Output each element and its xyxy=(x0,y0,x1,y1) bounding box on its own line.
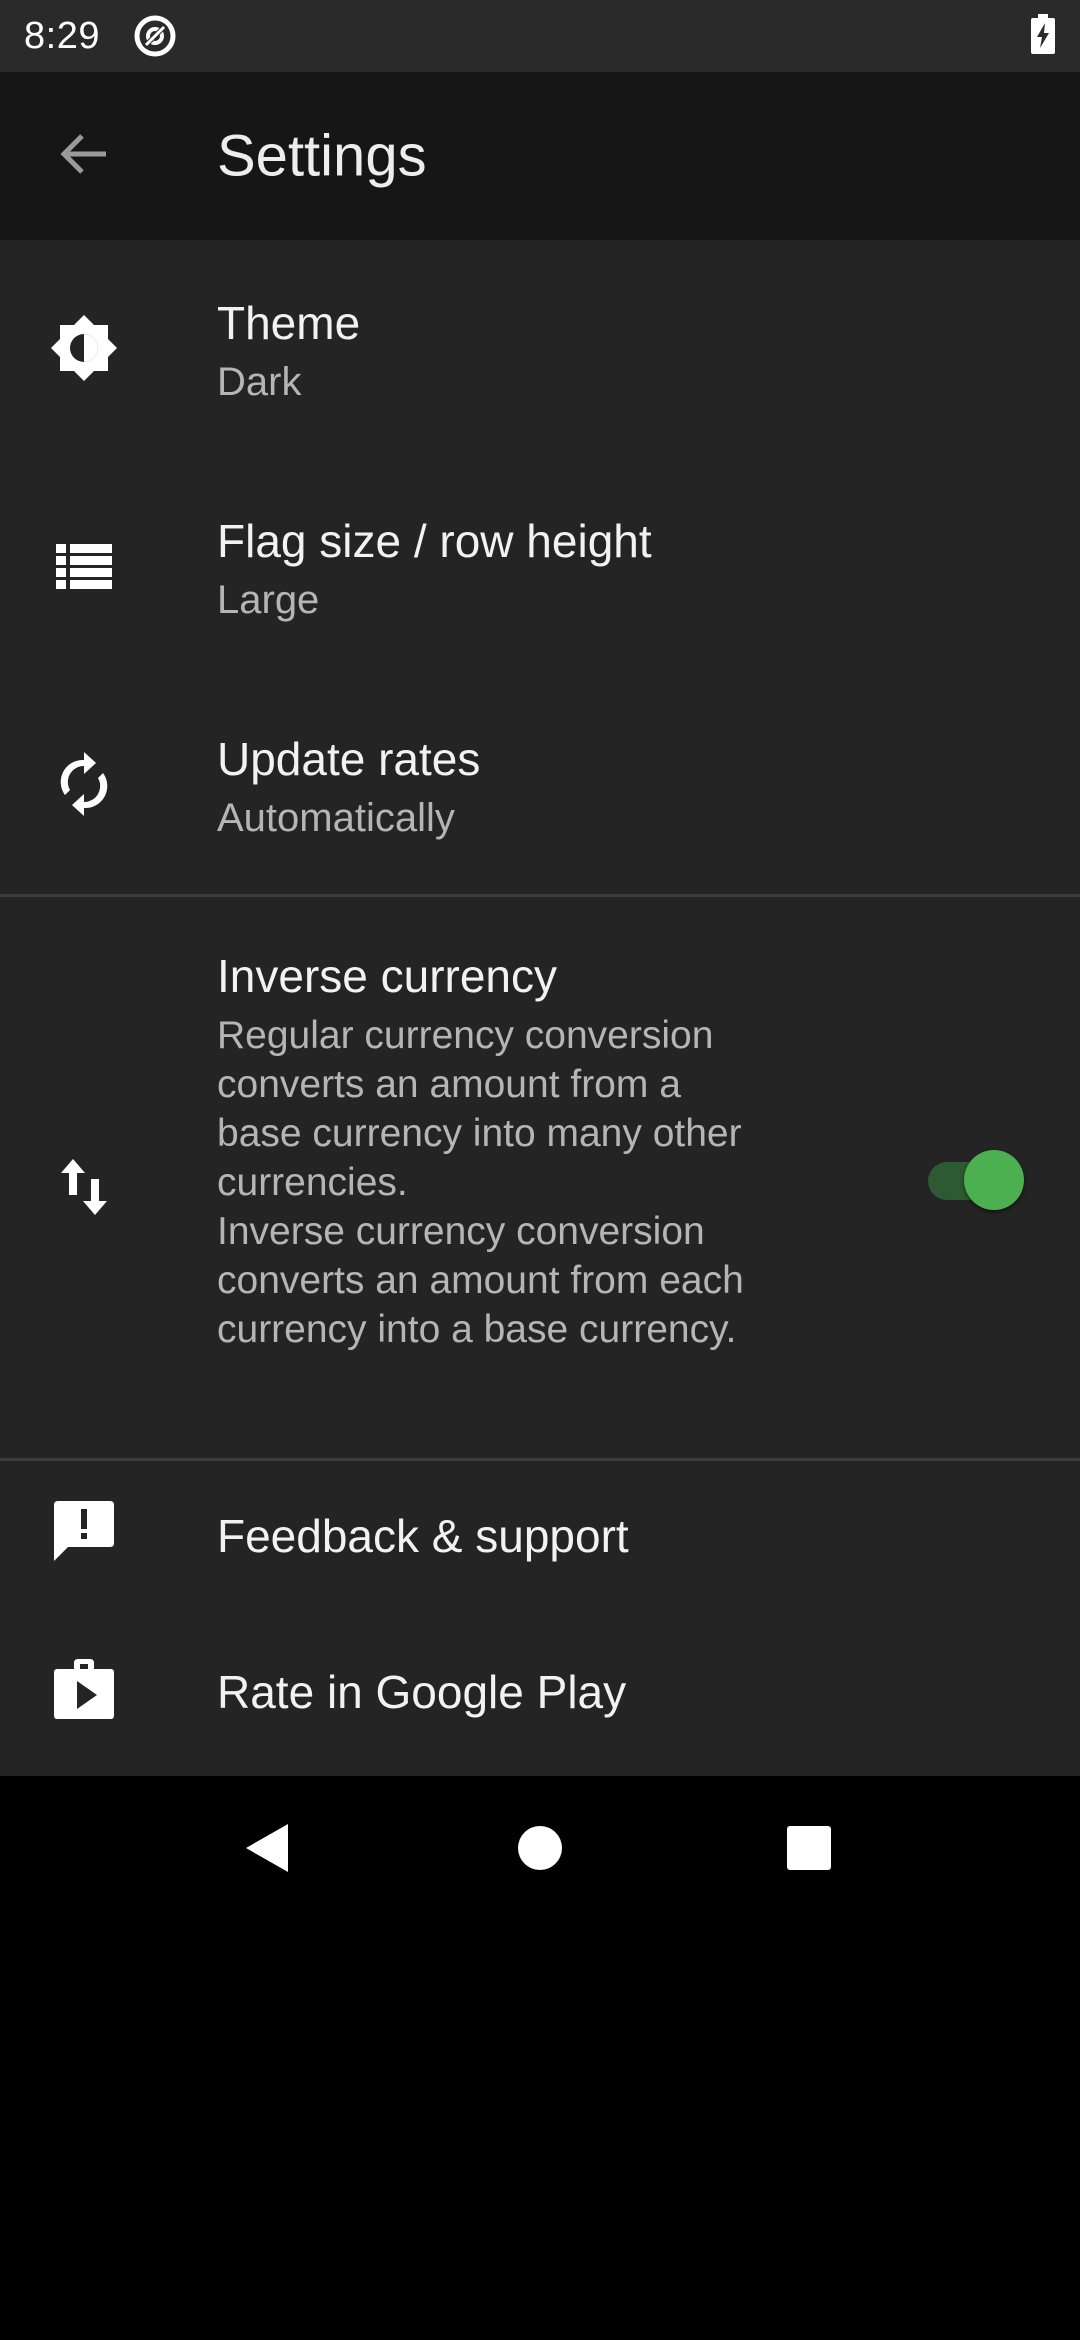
setting-feedback[interactable]: Feedback & support xyxy=(0,1461,1080,1621)
screen: 8:29 Settings Theme Dark Flag size / row… xyxy=(0,0,1080,2340)
setting-title: Update rates xyxy=(217,733,481,785)
desc-line: base currency into many other xyxy=(217,1112,742,1155)
setting-flag-size[interactable]: Flag size / row height Large xyxy=(0,458,1080,676)
settings-list: Theme Dark Flag size / row height Large xyxy=(0,240,1080,1776)
list-icon xyxy=(44,526,124,606)
google-play-icon xyxy=(44,1649,124,1729)
setting-update-rates[interactable]: Update rates Automatically xyxy=(0,676,1080,894)
desc-line: currencies. xyxy=(217,1161,408,1204)
desc-line: converts an amount from a xyxy=(217,1063,681,1106)
status-time: 8:29 xyxy=(24,14,100,57)
nav-back-icon xyxy=(246,1824,288,1872)
battery-charging-icon xyxy=(1030,13,1056,59)
desc-line: Inverse currency conversion xyxy=(217,1210,705,1253)
setting-value: Automatically xyxy=(217,796,455,840)
setting-description-2: Inverse currency conversion converts an … xyxy=(217,1207,817,1354)
nav-recents-icon xyxy=(787,1826,831,1870)
setting-title: Theme xyxy=(217,297,361,349)
navigation-bar xyxy=(0,1776,1080,1920)
nav-back-button[interactable] xyxy=(223,1804,311,1892)
feedback-icon xyxy=(44,1491,124,1571)
setting-value: Large xyxy=(217,578,320,622)
back-button[interactable] xyxy=(40,112,128,200)
setting-title: Rate in Google Play xyxy=(217,1666,627,1718)
desc-line: currency into a base currency. xyxy=(217,1308,737,1351)
setting-value: Dark xyxy=(217,360,302,404)
nav-recents-button[interactable] xyxy=(765,1804,853,1892)
inverse-currency-toggle[interactable] xyxy=(924,1148,1026,1210)
at-sign-icon xyxy=(132,13,178,59)
setting-theme[interactable]: Theme Dark xyxy=(0,240,1080,458)
page-title: Settings xyxy=(217,123,427,189)
status-bar: 8:29 xyxy=(0,0,1080,72)
setting-rate[interactable]: Rate in Google Play xyxy=(0,1621,1080,1776)
setting-title: Flag size / row height xyxy=(217,515,652,567)
sync-icon xyxy=(44,744,124,824)
setting-description-1: Regular currency conversion converts an … xyxy=(217,1011,817,1207)
desc-line: converts an amount from each xyxy=(217,1259,744,1302)
brightness-icon xyxy=(44,308,124,388)
arrow-back-icon xyxy=(58,128,110,185)
toggle-thumb xyxy=(964,1150,1024,1210)
setting-inverse-currency[interactable]: Inverse currency Regular currency conver… xyxy=(0,897,1080,1461)
app-bar: Settings xyxy=(0,72,1080,240)
nav-home-icon xyxy=(518,1826,562,1870)
desc-line: Regular currency conversion xyxy=(217,1014,714,1057)
setting-title: Inverse currency xyxy=(217,950,558,1002)
nav-home-button[interactable] xyxy=(496,1804,584,1892)
setting-title: Feedback & support xyxy=(217,1510,629,1562)
swap-vertical-icon xyxy=(44,1147,124,1227)
